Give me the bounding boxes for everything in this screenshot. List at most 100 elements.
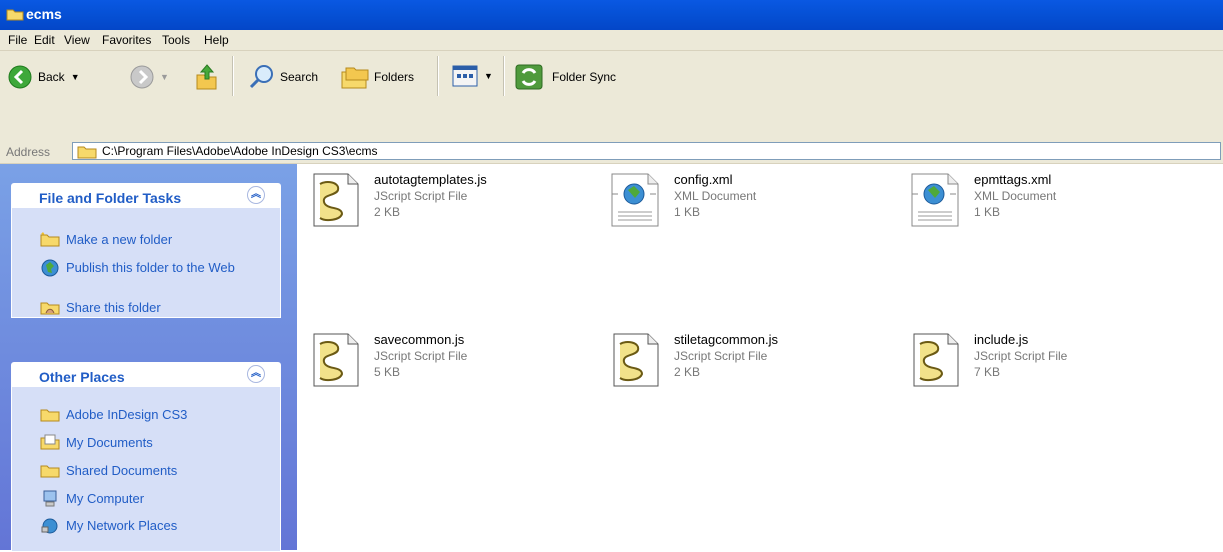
other-places-header[interactable]: Other Places ︽ <box>11 362 281 387</box>
file-name: savecommon.js <box>374 332 465 347</box>
collapse-icon[interactable]: ︽ <box>247 186 265 204</box>
title-bar: ecms <box>0 0 1223 30</box>
file-item[interactable]: savecommon.js JScript Script File 5 KB <box>308 332 598 398</box>
address-value: C:\Program Files\Adobe\Adobe InDesign CS… <box>102 144 378 158</box>
file-size: 1 KB <box>674 205 701 219</box>
task-label: Publish this folder to the Web <box>66 260 235 275</box>
my-computer-icon <box>40 490 60 511</box>
toolbar-separator <box>503 56 505 96</box>
search-button[interactable]: Search <box>248 64 318 90</box>
file-type: XML Document <box>974 189 1057 203</box>
jscript-file-icon <box>313 333 359 387</box>
file-type: JScript Script File <box>374 349 468 363</box>
file-folder-tasks-header[interactable]: File and Folder Tasks ︽ <box>11 183 281 208</box>
place-my-documents[interactable]: My Documents <box>40 434 236 453</box>
jscript-file-icon <box>313 173 359 227</box>
search-icon <box>249 65 273 89</box>
file-type: JScript Script File <box>974 349 1068 363</box>
share-folder-icon <box>40 299 60 318</box>
file-folder-tasks-panel: Make a new folder Publish this folder to… <box>11 208 281 318</box>
forward-button[interactable]: ▼ <box>130 65 169 89</box>
menu-view[interactable]: View <box>64 33 90 47</box>
menu-help[interactable]: Help <box>204 33 229 47</box>
task-make-new-folder[interactable]: Make a new folder <box>40 232 236 250</box>
back-button[interactable]: Back ▼ <box>8 65 80 89</box>
menu-file[interactable]: File <box>8 33 27 47</box>
folder-icon <box>40 462 60 481</box>
up-folder-button[interactable] <box>195 63 219 91</box>
folder-icon <box>6 7 24 24</box>
file-item[interactable]: config.xml XML Document 1 KB <box>608 172 898 238</box>
publish-web-icon <box>40 259 60 280</box>
file-item[interactable]: autotagtemplates.js JScript Script File … <box>308 172 598 238</box>
place-shared-documents[interactable]: Shared Documents <box>40 463 236 481</box>
place-label: My Network Places <box>66 518 178 533</box>
file-item[interactable]: include.js JScript Script File 7 KB <box>908 332 1198 398</box>
place-my-computer[interactable]: My Computer <box>40 490 236 511</box>
place-adobe-indesign[interactable]: Adobe InDesign CS3 <box>40 407 236 425</box>
task-publish-to-web[interactable]: Publish this folder to the Web <box>40 259 236 280</box>
back-label: Back <box>38 70 65 84</box>
file-type: JScript Script File <box>674 349 768 363</box>
other-places-panel: Adobe InDesign CS3 My Documents Shared D… <box>11 387 281 552</box>
task-share-folder[interactable]: Share this folder <box>40 300 236 318</box>
address-bar: Address C:\Program Files\Adobe\Adobe InD… <box>0 140 1223 164</box>
forward-arrow-icon <box>130 65 154 89</box>
menu-tools[interactable]: Tools <box>162 33 190 47</box>
up-folder-icon <box>196 64 217 90</box>
file-name: autotagtemplates.js <box>374 172 487 187</box>
file-size: 2 KB <box>674 365 701 379</box>
task-pane: File and Folder Tasks ︽ Make a new folde… <box>0 164 297 552</box>
file-type: JScript Script File <box>374 189 468 203</box>
place-label: My Computer <box>66 491 145 506</box>
toolbar: Back ▼ ▼ Search Folders ▼ Folder Sync <box>0 51 1223 142</box>
place-label: Adobe InDesign CS3 <box>66 407 188 422</box>
collapse-icon[interactable]: ︽ <box>247 365 265 383</box>
jscript-file-icon <box>913 333 959 387</box>
new-folder-icon <box>40 231 60 250</box>
file-item[interactable]: epmttags.xml XML Document 1 KB <box>908 172 1198 238</box>
address-label: Address <box>6 145 51 159</box>
network-places-icon <box>40 517 60 538</box>
task-label: Make a new folder <box>66 232 173 247</box>
dropdown-arrow-icon: ▼ <box>160 72 169 82</box>
folder-sync-label: Folder Sync <box>552 70 617 84</box>
search-label: Search <box>280 70 319 84</box>
file-type: XML Document <box>674 189 757 203</box>
folders-label: Folders <box>374 70 415 84</box>
xml-file-icon <box>911 173 959 227</box>
menu-bar: File Edit View Favorites Tools Help <box>0 30 1223 51</box>
my-documents-icon <box>40 434 60 453</box>
folder-icon <box>77 144 97 162</box>
file-name: stiletagcommon.js <box>674 332 779 347</box>
views-icon <box>452 65 478 87</box>
address-input[interactable]: C:\Program Files\Adobe\Adobe InDesign CS… <box>72 142 1221 160</box>
folder-icon <box>40 406 60 425</box>
dropdown-arrow-icon: ▼ <box>70 72 80 82</box>
panel-title: Other Places <box>39 369 125 385</box>
folders-button[interactable]: Folders <box>340 64 414 90</box>
panel-title: File and Folder Tasks <box>39 190 182 206</box>
file-name: epmttags.xml <box>974 172 1052 187</box>
file-size: 5 KB <box>374 365 401 379</box>
file-size: 7 KB <box>974 365 1001 379</box>
file-size: 1 KB <box>974 205 1001 219</box>
dropdown-arrow-icon: ▼ <box>484 71 493 81</box>
task-label: Share this folder <box>66 300 161 315</box>
xml-file-icon <box>611 173 659 227</box>
file-size: 2 KB <box>374 205 401 219</box>
place-label: Shared Documents <box>66 463 178 478</box>
file-item[interactable]: stiletagcommon.js JScript Script File 2 … <box>608 332 898 398</box>
file-name: include.js <box>974 332 1029 347</box>
folder-sync-button[interactable]: Folder Sync <box>514 63 616 91</box>
place-my-network-places[interactable]: My Network Places <box>40 518 236 538</box>
menu-edit[interactable]: Edit <box>34 33 55 47</box>
folders-icon <box>341 67 369 89</box>
file-name: config.xml <box>674 172 733 187</box>
jscript-file-icon <box>613 333 659 387</box>
toolbar-separator <box>232 56 234 96</box>
back-arrow-icon <box>8 65 32 89</box>
views-button[interactable]: ▼ <box>452 65 493 87</box>
toolbar-separator <box>437 56 439 96</box>
menu-favorites[interactable]: Favorites <box>102 33 151 47</box>
